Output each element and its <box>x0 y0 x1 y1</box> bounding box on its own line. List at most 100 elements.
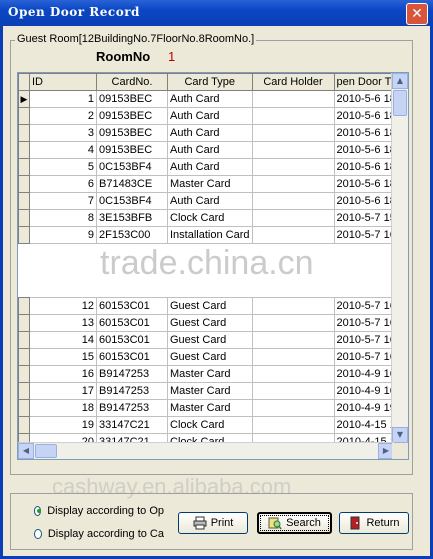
table-row[interactable]: ▶ 1 09153BEC Auth Card 2010-5-6 18: <box>18 90 405 108</box>
cell-id[interactable]: 18 <box>29 399 97 417</box>
scroll-left-button[interactable]: ◀ <box>18 443 34 459</box>
cell-card-no[interactable]: B9147253 <box>96 382 168 400</box>
row-indicator[interactable] <box>18 107 30 125</box>
table-row[interactable]: 18 B9147253 Master Card 2010-4-9 19: <box>18 399 405 417</box>
cell-card-no[interactable]: B71483CE <box>96 175 168 193</box>
cell-card-holder[interactable] <box>251 209 335 227</box>
close-button[interactable]: ✕ <box>406 3 428 25</box>
cell-card-type[interactable]: Master Card <box>167 382 253 400</box>
table-row[interactable]: 14 60153C01 Guest Card 2010-5-7 16: <box>18 331 405 349</box>
scroll-down-button[interactable]: ▼ <box>392 427 408 443</box>
cell-card-no[interactable]: B9147253 <box>96 399 168 417</box>
cell-card-holder[interactable] <box>251 314 335 332</box>
row-indicator[interactable] <box>18 365 30 383</box>
radio-display-by-operator[interactable]: Display according to Op <box>34 505 164 517</box>
cell-id[interactable]: 14 <box>29 331 97 349</box>
row-indicator[interactable] <box>18 192 30 210</box>
cell-card-no[interactable]: 0C153BF4 <box>96 192 168 210</box>
row-indicator[interactable] <box>18 297 30 315</box>
cell-card-holder[interactable] <box>251 175 335 193</box>
cell-card-holder[interactable] <box>251 416 335 434</box>
table-row[interactable]: 5 0C153BF4 Auth Card 2010-5-6 18: <box>18 158 405 176</box>
cell-card-type[interactable]: Guest Card <box>167 331 253 349</box>
cell-id[interactable]: 12 <box>29 297 97 315</box>
cell-card-type[interactable]: Master Card <box>167 175 253 193</box>
column-header-card-holder[interactable]: Card Holder <box>251 73 335 91</box>
cell-id[interactable]: 8 <box>29 209 97 227</box>
cell-card-type[interactable]: Auth Card <box>167 90 253 108</box>
record-grid[interactable]: ID CardNo. Card Type Card Holder pen Doo… <box>17 72 409 460</box>
vertical-scrollbar[interactable]: ▲ ▼ <box>391 73 408 443</box>
cell-card-no[interactable]: 09153BEC <box>96 124 168 142</box>
cell-card-no[interactable]: 60153C01 <box>96 348 168 366</box>
cell-id[interactable]: 13 <box>29 314 97 332</box>
cell-card-holder[interactable] <box>251 297 335 315</box>
cell-card-type[interactable]: Guest Card <box>167 297 253 315</box>
row-indicator[interactable] <box>18 416 30 434</box>
scroll-up-button[interactable]: ▲ <box>392 73 408 89</box>
cell-card-holder[interactable] <box>251 226 335 244</box>
cell-card-holder[interactable] <box>251 141 335 159</box>
print-button[interactable]: Print <box>178 512 248 534</box>
cell-card-holder[interactable] <box>251 399 335 417</box>
cell-card-no[interactable]: 2F153C00 <box>96 226 168 244</box>
table-row[interactable]: 7 0C153BF4 Auth Card 2010-5-6 18: <box>18 192 405 210</box>
cell-card-type[interactable]: Auth Card <box>167 107 253 125</box>
cell-card-holder[interactable] <box>251 192 335 210</box>
cell-id[interactable]: 15 <box>29 348 97 366</box>
cell-card-holder[interactable] <box>251 124 335 142</box>
row-indicator[interactable] <box>18 348 30 366</box>
cell-card-no[interactable]: 33147C21 <box>96 416 168 434</box>
cell-card-holder[interactable] <box>251 382 335 400</box>
table-row[interactable]: 4 09153BEC Auth Card 2010-5-6 18: <box>18 141 405 159</box>
cell-card-holder[interactable] <box>251 158 335 176</box>
cell-card-no[interactable]: 60153C01 <box>96 314 168 332</box>
cell-card-type[interactable]: Master Card <box>167 399 253 417</box>
vertical-scroll-thumb[interactable] <box>393 90 407 116</box>
cell-card-type[interactable]: Clock Card <box>167 416 253 434</box>
cell-id[interactable]: 5 <box>29 158 97 176</box>
cell-card-no[interactable]: 09153BEC <box>96 107 168 125</box>
row-indicator[interactable] <box>18 124 30 142</box>
cell-card-no[interactable]: 60153C01 <box>96 297 168 315</box>
cell-card-type[interactable]: Guest Card <box>167 348 253 366</box>
cell-card-no[interactable]: 3E153BFB <box>96 209 168 227</box>
cell-card-holder[interactable] <box>251 90 335 108</box>
cell-card-holder[interactable] <box>251 107 335 125</box>
cell-card-holder[interactable] <box>251 365 335 383</box>
table-row[interactable]: 2 09153BEC Auth Card 2010-5-6 18: <box>18 107 405 125</box>
cell-card-type[interactable]: Auth Card <box>167 124 253 142</box>
cell-id[interactable]: 9 <box>29 226 97 244</box>
cell-card-no[interactable]: 60153C01 <box>96 331 168 349</box>
cell-card-no[interactable]: B9147253 <box>96 365 168 383</box>
cell-card-no[interactable]: 09153BEC <box>96 90 168 108</box>
table-row[interactable]: 13 60153C01 Guest Card 2010-5-7 16: <box>18 314 405 332</box>
row-indicator[interactable] <box>18 175 30 193</box>
column-header-card-type[interactable]: Card Type <box>167 73 253 91</box>
column-header-card-no[interactable]: CardNo. <box>96 73 168 91</box>
cell-id[interactable]: 19 <box>29 416 97 434</box>
return-button[interactable]: Return <box>339 512 409 534</box>
cell-card-type[interactable]: Guest Card <box>167 314 253 332</box>
row-indicator[interactable] <box>18 158 30 176</box>
table-row[interactable]: 16 B9147253 Master Card 2010-4-9 16: <box>18 365 405 383</box>
table-row[interactable]: 6 B71483CE Master Card 2010-5-6 18: <box>18 175 405 193</box>
table-row[interactable]: 12 60153C01 Guest Card 2010-5-7 16: <box>18 297 405 315</box>
row-indicator[interactable] <box>18 331 30 349</box>
cell-id[interactable]: 16 <box>29 365 97 383</box>
row-indicator[interactable] <box>18 314 30 332</box>
cell-id[interactable]: 17 <box>29 382 97 400</box>
cell-card-holder[interactable] <box>251 348 335 366</box>
cell-id[interactable]: 2 <box>29 107 97 125</box>
cell-card-type[interactable]: Auth Card <box>167 192 253 210</box>
table-row[interactable]: 19 33147C21 Clock Card 2010-4-15 16 <box>18 416 405 434</box>
cell-card-type[interactable]: Master Card <box>167 365 253 383</box>
cell-id[interactable]: 4 <box>29 141 97 159</box>
horizontal-scroll-thumb[interactable] <box>35 444 57 458</box>
cell-id[interactable]: 3 <box>29 124 97 142</box>
radio-display-by-card[interactable]: Display according to Ca <box>34 528 164 540</box>
row-indicator[interactable] <box>18 399 30 417</box>
cell-card-no[interactable]: 0C153BF4 <box>96 158 168 176</box>
cell-card-type[interactable]: Auth Card <box>167 158 253 176</box>
row-indicator[interactable] <box>18 226 30 244</box>
